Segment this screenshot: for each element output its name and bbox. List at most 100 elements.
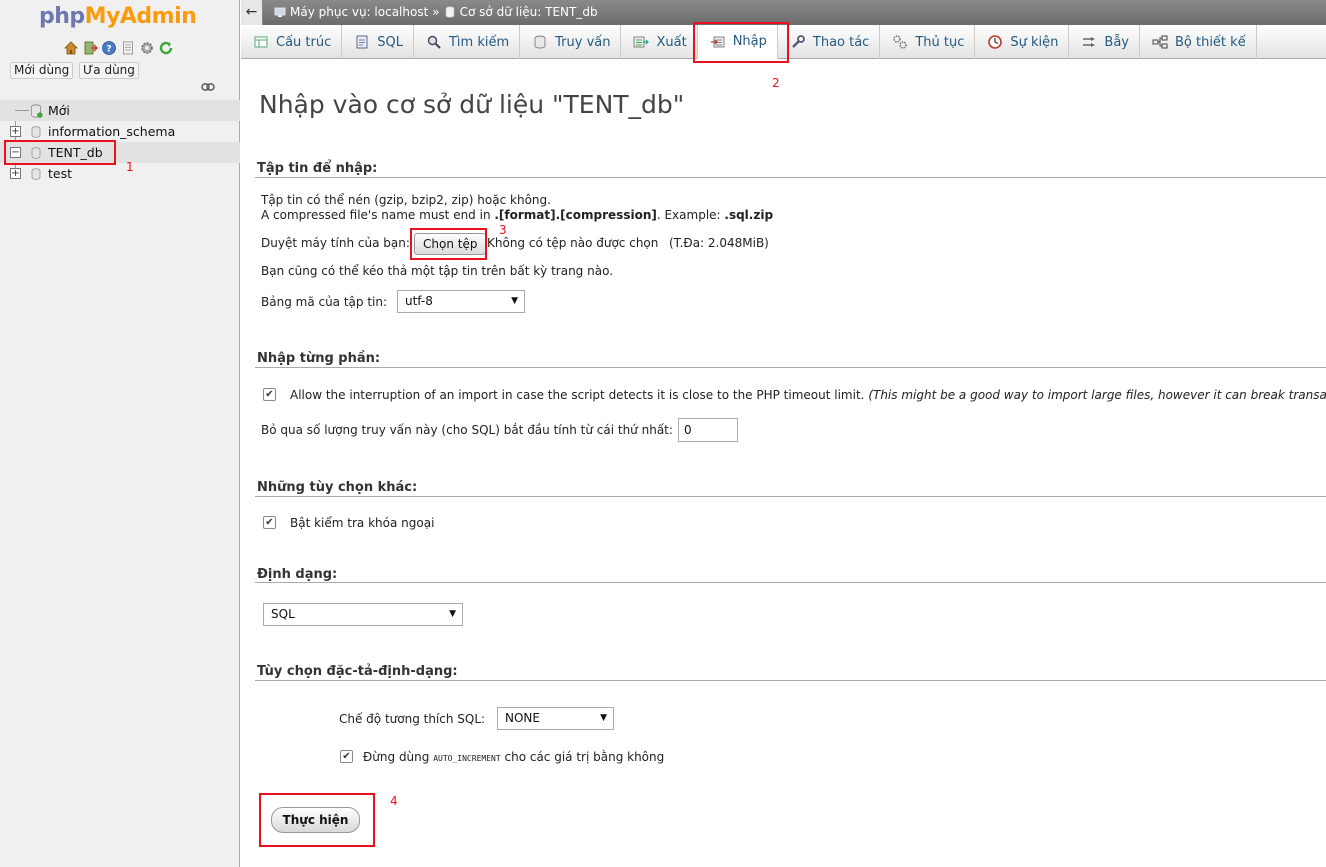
foreign-key-checkbox[interactable]: ✔ [263,516,276,529]
phpmyadmin-logo[interactable]: phpMyAdmin [39,4,197,29]
foreign-key-label: Bật kiểm tra khóa ngoại [290,516,435,530]
tab-label: Bẫy [1104,34,1129,50]
format-legend: Định dạng: [257,567,338,582]
tab-search[interactable]: Tìm kiếm [414,25,521,59]
allow-interrupt-label: Allow the interruption of an import in c… [290,388,1326,402]
docs-icon[interactable] [120,40,136,56]
format-options-legend: Tùy chọn đặc-tả-định-dạng: [257,664,458,679]
go-button[interactable]: Thực hiện [271,807,360,833]
charset-label: Bảng mã của tập tin: [261,295,388,309]
server-breadcrumb-bar: ← Máy phục vụ: localhost » Cơ sở dữ liệu… [241,0,1326,25]
annotation-number-2: 2 [772,76,780,90]
designer-icon [1152,34,1168,50]
tree-item-new[interactable]: Mới [0,100,240,121]
search-icon [426,34,442,50]
section-divider [255,496,1326,497]
tab-structure[interactable]: Cấu trúc [241,25,343,59]
tab-query[interactable]: Truy vấn [520,25,622,59]
tab-label: Sự kiện [1010,34,1059,50]
format-select[interactable]: SQL ▼ [263,603,463,626]
allow-interrupt-note: (This might be a good way to import larg… [868,388,1326,402]
tree-connector-line [15,110,29,111]
tab-triggers[interactable]: Bẫy [1069,25,1140,59]
link-icon[interactable] [201,82,215,92]
allow-interrupt-checkbox[interactable]: ✔ [263,388,276,401]
chevron-down-icon: ▼ [449,609,456,619]
sql-icon [354,34,370,50]
tree-item-test[interactable]: + test [0,163,240,184]
annotation-number-4: 4 [390,794,398,808]
new-database-icon [30,104,43,118]
settings-icon[interactable] [139,40,155,56]
home-icon[interactable] [63,40,79,56]
tab-label: Tìm kiếm [448,34,510,50]
database-icon [31,126,41,138]
breadcrumb-database[interactable]: Cơ sở dữ liệu: TENT_db [460,5,598,19]
expand-icon[interactable]: + [10,168,21,179]
charset-select-value: utf-8 [405,294,433,308]
exit-icon[interactable] [82,40,98,56]
choose-file-button[interactable]: Chọn tệp [414,233,487,255]
clock-icon [987,34,1003,50]
tree-item-label: test [48,166,73,181]
reload-icon[interactable] [158,40,174,56]
tree-item-information-schema[interactable]: + information_schema [0,121,240,142]
server-icon [274,7,286,17]
auto-increment-suffix: cho các giá trị bằng không [504,750,665,764]
chevron-down-icon: ▼ [600,713,607,723]
help-icon[interactable]: ? [101,40,117,56]
database-icon [445,6,454,18]
quick-icons-bar: ? [63,40,174,56]
filename-note-prefix: A compressed file's name must end in [261,208,495,222]
max-size-label: (T.Đa: 2.048MiB) [669,236,769,250]
sql-compat-select[interactable]: NONE ▼ [497,707,614,730]
svg-text:?: ? [106,45,111,55]
import-page: Nhập vào cơ sở dữ liệu "TENT_db" Tập tin… [241,60,1326,867]
section-divider [255,582,1326,583]
drag-drop-hint: Bạn cũng có thể kéo thả một tập tin trên… [261,264,614,278]
charset-select[interactable]: utf-8 ▼ [397,290,525,313]
favorite-tables-button[interactable]: Ưa dùng [79,62,139,79]
collapse-sidebar-button[interactable]: ← [241,0,263,25]
breadcrumb-server[interactable]: Máy phục vụ: localhost [290,5,428,19]
chevron-down-icon: ▼ [511,296,518,306]
tab-label: Thủ tục [915,34,965,50]
tab-import[interactable]: Nhập [697,25,778,59]
collapse-icon[interactable]: − [10,147,21,158]
import-icon [710,34,726,50]
logo-myadmin-text: MyAdmin [84,4,197,29]
filename-note-example: .sql.zip [724,208,774,222]
file-section-legend: Tập tin để nhập: [257,161,378,176]
breadcrumb-separator: » [432,5,440,19]
auto-increment-code: AUTO_INCREMENT [433,754,501,763]
logo-php-text: php [39,4,85,29]
tab-sql[interactable]: SQL [342,25,414,59]
skip-queries-input[interactable]: 0 [678,418,738,442]
tab-label: Truy vấn [555,34,611,50]
recent-tables-button[interactable]: Mới dùng [10,62,74,79]
skip-queries-label: Bỏ qua số lượng truy vấn này (cho SQL) b… [261,423,673,437]
partial-section-legend: Nhập từng phần: [257,351,381,366]
database-icon [31,147,41,159]
format-select-value: SQL [271,607,295,621]
filename-note-mid: . Example: [656,208,725,222]
tab-events[interactable]: Sự kiện [975,25,1070,59]
tab-label: Thao tác [812,34,870,50]
tab-operations[interactable]: Thao tác [778,25,881,59]
query-icon [532,34,548,50]
tab-label: Xuất [656,34,687,50]
tree-item-tent-db[interactable]: − TENT_db [0,142,240,163]
other-options-legend: Những tùy chọn khác: [257,480,418,495]
sql-compat-label: Chế độ tương thích SQL: [339,712,486,726]
auto-increment-prefix: Đừng dùng [363,750,430,764]
tab-designer[interactable]: Bộ thiết kế [1140,25,1257,59]
tab-export[interactable]: Xuất [621,25,698,59]
tree-item-label: information_schema [48,124,176,139]
breadcrumb: Máy phục vụ: localhost » Cơ sở dữ liệu: … [274,5,598,19]
tab-routines[interactable]: Thủ tục [880,25,976,59]
auto-increment-checkbox[interactable]: ✔ [340,750,353,763]
auto-increment-label: Đừng dùng AUTO_INCREMENT cho các giá trị… [363,750,664,764]
allow-interrupt-text: Allow the interruption of an import in c… [290,388,865,402]
section-divider [255,177,1326,178]
expand-icon[interactable]: + [10,126,21,137]
